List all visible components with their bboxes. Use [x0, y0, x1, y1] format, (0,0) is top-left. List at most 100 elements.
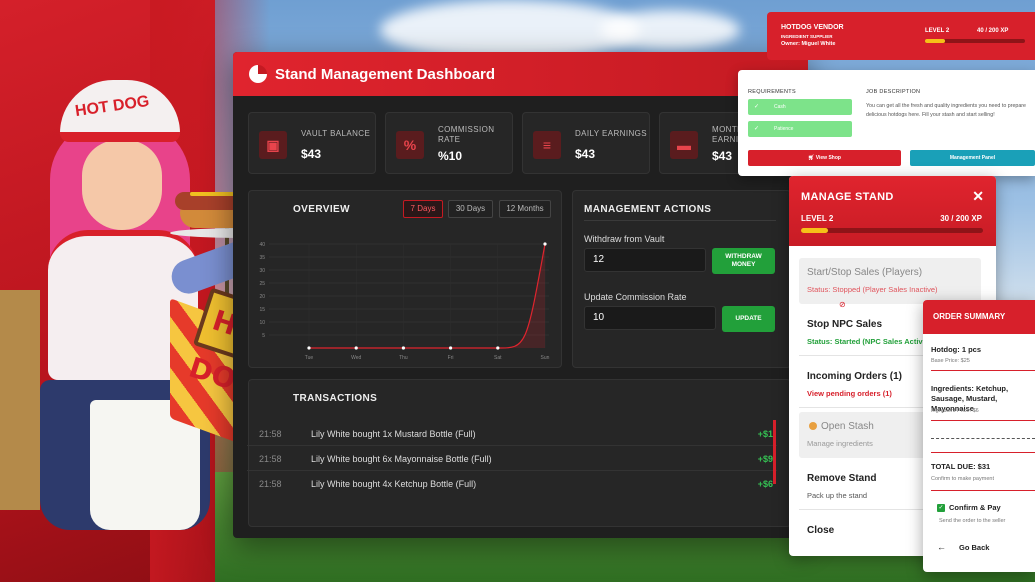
stat-label: VAULT BALANCE	[301, 129, 371, 138]
range-30-days[interactable]: 30 Days	[448, 200, 493, 218]
transaction-time: 21:58	[259, 479, 282, 489]
mascot-face	[82, 140, 162, 230]
transaction-description: Lily White bought 1x Mustard Bottle (Ful…	[311, 429, 476, 439]
stash-icon	[809, 422, 817, 430]
item-title: Remove Stand	[807, 473, 877, 484]
order-total-sub: Confirm to make payment	[931, 476, 994, 482]
order-base-price: Base Price: $25	[931, 358, 970, 364]
item-title: Start/Stop Sales (Players)	[807, 267, 923, 278]
update-commission-button[interactable]: UPDATE	[722, 306, 775, 332]
check-icon[interactable]: ✓	[937, 504, 945, 512]
stat-card-daily: ≡ DAILY EARNINGS $43	[522, 112, 650, 174]
order-hotdog: Hotdog: 1 pcs	[931, 345, 981, 354]
stat-label: COMMISSION RATE	[438, 125, 495, 144]
check-icon: ✓	[754, 104, 760, 110]
x-tick-label: Thu	[399, 355, 408, 361]
commission-input[interactable]: 10	[584, 306, 716, 330]
item-status: Status: Stopped (Player Sales Inactive)	[807, 285, 938, 294]
divider	[931, 452, 1035, 453]
transactions-scrollbar[interactable]	[773, 420, 776, 484]
blocked-icon: ⊘	[839, 300, 846, 309]
stat-value: $43	[301, 147, 322, 161]
data-point	[449, 346, 453, 350]
order-summary-panel: ORDER SUMMARY Hotdog: 1 pcs Base Price: …	[923, 300, 1035, 572]
wallet-icon: ▬	[670, 131, 698, 159]
vendor-xp-bar	[925, 39, 1025, 43]
stat-value: %10	[438, 149, 463, 163]
withdraw-money-button[interactable]: WITHDRAW MONEY	[712, 248, 775, 274]
stat-card-commission: % COMMISSION RATE %10	[385, 112, 513, 174]
stat-value: $43	[712, 149, 733, 163]
vendor-level: LEVEL 2	[925, 28, 950, 34]
vendor-xp: 40 / 200 XP	[977, 28, 1009, 34]
data-point	[543, 242, 547, 246]
dashboard-title: Stand Management Dashboard	[275, 65, 496, 83]
manage-xp-bar	[801, 228, 983, 233]
data-point	[307, 346, 311, 350]
transaction-row: 21:58 Lily White bought 1x Mustard Bottl…	[247, 422, 777, 446]
x-tick-label: Sat	[494, 355, 502, 361]
confirm-sub: Send the order to the seller	[939, 518, 1006, 524]
divider	[931, 370, 1035, 371]
x-tick-label: Tue	[305, 355, 314, 361]
withdraw-label: Withdraw from Vault	[584, 234, 665, 244]
job-card: REQUIREMENTS JOB DESCRIPTION ✓ Cash ✓ Pati…	[738, 70, 1035, 176]
y-tick-label: 40	[259, 242, 265, 248]
manage-level: LEVEL 2	[801, 214, 834, 223]
stand-dashboard: Stand Management Dashboard ▣ VAULT BALAN…	[233, 52, 808, 538]
withdraw-input[interactable]: 12	[584, 248, 706, 272]
cloud	[600, 10, 740, 50]
pie-chart-icon	[249, 65, 267, 83]
go-back-button[interactable]: Go Back	[959, 543, 1035, 553]
item-status: View pending orders (1)	[807, 389, 892, 398]
transaction-row: 21:58 Lily White bought 6x Mayonnaise Bo…	[247, 447, 777, 471]
vault-icon: ▣	[259, 131, 287, 159]
range-7-days[interactable]: 7 Days	[403, 200, 443, 218]
stat-label: DAILY EARNINGS	[575, 129, 647, 138]
requirement-patience: ✓ Patience	[748, 121, 852, 137]
stat-value: $43	[575, 147, 596, 161]
requirement-cash: ✓ Cash	[748, 99, 852, 115]
vendor-subtitle: INGREDIENT SUPPLIER	[781, 34, 833, 39]
vendor-owner: Owner: Miguel White	[781, 41, 836, 47]
close-icon[interactable]: ✕	[972, 188, 984, 205]
overview-title: OVERVIEW	[293, 204, 350, 215]
y-tick-label: 30	[259, 268, 265, 274]
management-title: MANAGEMENT ACTIONS	[584, 204, 712, 215]
transaction-amount: +$1	[757, 429, 773, 439]
item-title: Open Stash	[821, 421, 874, 432]
item-status: Manage ingredients	[807, 439, 873, 448]
transaction-time: 21:58	[259, 454, 282, 464]
coins-icon: ≡	[533, 131, 561, 159]
arrow-left-icon[interactable]: ←	[937, 542, 946, 552]
divider	[931, 420, 1035, 421]
cart-icon: 🛒︎	[808, 155, 816, 161]
data-point	[401, 346, 405, 350]
manage-xp-fill	[801, 228, 829, 233]
manage-title: MANAGE STAND	[801, 191, 894, 203]
requirement-label: Cash	[774, 104, 786, 110]
requirements-title: REQUIREMENTS	[748, 89, 796, 95]
transaction-description: Lily White bought 4x Ketchup Bottle (Ful…	[311, 479, 477, 489]
start-stop-sales-item[interactable]: Start/Stop Sales (Players) Status: Stopp…	[799, 258, 981, 304]
management-panel-button[interactable]: Management Panel	[910, 150, 1035, 166]
transaction-row: 21:58 Lily White bought 4x Ketchup Bottl…	[247, 472, 777, 496]
range-12-months[interactable]: 12 Months	[499, 200, 551, 218]
vendor-xp-fill	[925, 39, 945, 43]
view-shop-button[interactable]: 🛒︎ View Shop	[748, 150, 901, 166]
transactions-title: TRANSACTIONS	[293, 393, 378, 404]
data-point	[496, 346, 500, 350]
y-tick-label: 10	[259, 320, 265, 326]
data-point	[354, 346, 358, 350]
confirm-pay-button[interactable]: Confirm & Pay	[949, 503, 1035, 513]
item-title: Close	[807, 525, 835, 536]
item-title: Incoming Orders (1)	[807, 371, 903, 382]
order-ingredient-price: Ingredient Price: $6	[931, 408, 979, 414]
x-tick-label: Wed	[351, 355, 361, 361]
earnings-chart: 5 10 15 20 25 30 35 40 Tue Wed Thu Fri Sat Sun	[259, 242, 549, 361]
check-icon: ✓	[754, 126, 760, 132]
job-description: You can get all the fresh and quality in…	[866, 103, 1027, 118]
job-description-title: JOB DESCRIPTION	[866, 89, 921, 95]
order-title: ORDER SUMMARY	[923, 300, 1035, 334]
x-tick-label: Fri	[448, 355, 454, 361]
